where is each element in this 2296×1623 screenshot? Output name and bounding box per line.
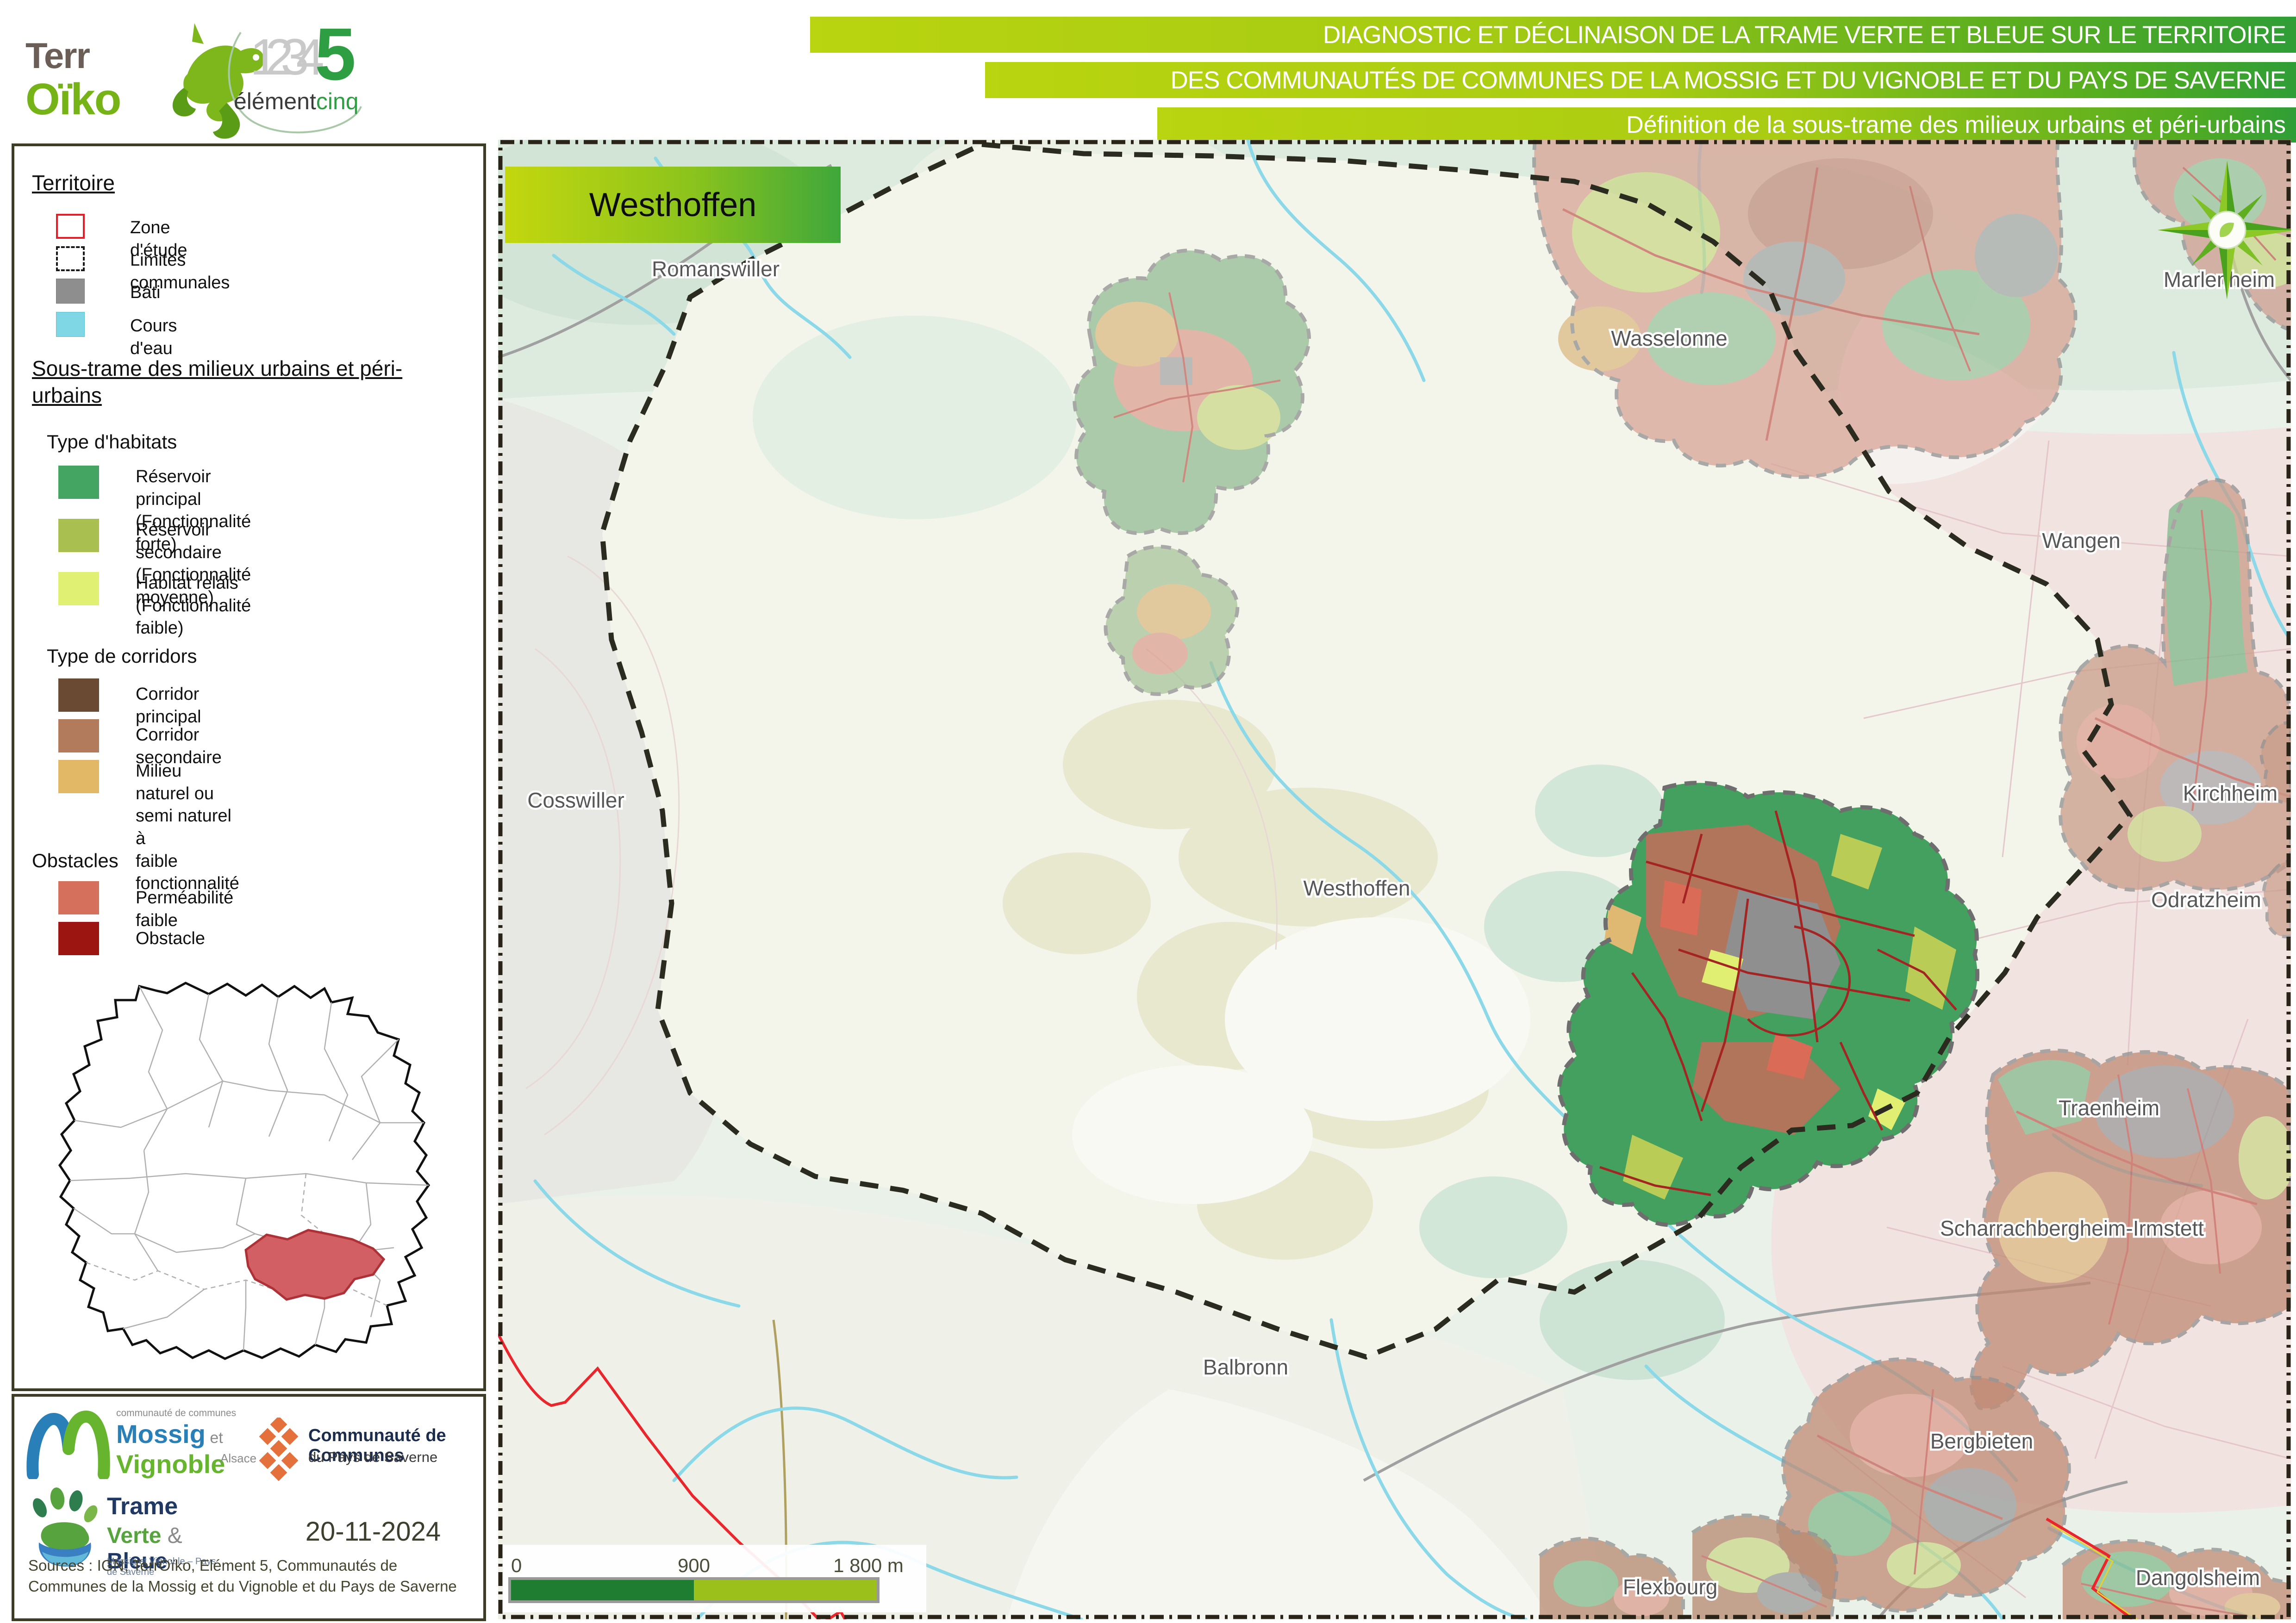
cours-eau-label: Cours d'eau [130, 315, 177, 360]
obstacle-swatch [58, 922, 99, 955]
legend-panel: Territoire Zone d'étude Limites communal… [12, 143, 486, 1391]
scale-end: 1 800 m [833, 1555, 904, 1576]
legend-obstacles-title: Obstacles [32, 850, 119, 872]
element5-wordmark: élémentcinq [234, 88, 359, 115]
tvb-line1: Trame [107, 1492, 178, 1520]
milieu-naturel-label: Milieu naturel ou semi naturel à faible … [136, 760, 239, 895]
title-banner-1: DIAGNOSTIC ET DÉCLINAISON DE LA TRAME VE… [810, 17, 2296, 53]
title-banner-3: Définition de la sous-trame des milieux … [1157, 107, 2296, 143]
map-title-box: Westhoffen [505, 167, 841, 243]
permeabilite-label: Perméabilité faible [136, 887, 233, 932]
element-cinq-logo: 1234 5 élémentcinq [222, 19, 389, 134]
limites-swatch [56, 246, 85, 271]
place-label: Dangolsheim [2136, 1566, 2260, 1590]
scale-start: 0 [511, 1555, 522, 1576]
place-label: Marlenheim [2164, 267, 2275, 292]
title-line-1: DIAGNOSTIC ET DÉCLINAISON DE LA TRAME VE… [1323, 21, 2286, 49]
corridor-principal-swatch [58, 678, 99, 712]
place-label: Wangen [2042, 529, 2121, 553]
partners-panel: communauté de communes Mossig et Vignobl… [12, 1394, 486, 1621]
main-map[interactable]: Romanswiller Wasselonne Marlenheim Wange… [498, 140, 2291, 1619]
habitat-relais-label: Habitat relais (Fonctionnalité faible) [136, 572, 251, 640]
obstacle-label: Obstacle [136, 927, 205, 950]
cours-eau-swatch [56, 312, 85, 337]
permeabilite-swatch [58, 881, 99, 914]
element5-five: 5 [315, 12, 356, 97]
scale-bar: 0 900 1 800 m [503, 1545, 926, 1612]
place-label: Balbronn [1203, 1355, 1288, 1379]
legend-habitats-title: Type d'habitats [47, 431, 177, 453]
corridor-secondaire-swatch [58, 719, 99, 752]
saverne-diamonds-icon [250, 1418, 306, 1487]
bati-label: Bâti [130, 281, 160, 304]
pays-de-saverne-logo: Communauté de Communes du Pays de Savern… [250, 1418, 480, 1487]
place-label: Bergbieten [1930, 1429, 2034, 1453]
sources-text: Sources : IGN, TerrOïko, Elément 5, Comm… [28, 1555, 463, 1597]
subtitle-line: Définition de la sous-trame des milieux … [1626, 111, 2286, 139]
title-banner-2: DES COMMUNAUTÉS DE COMMUNES DE LA MOSSIG… [985, 62, 2296, 98]
habitat-relais-swatch [58, 572, 99, 605]
legend-corridors-title: Type de corridors [47, 645, 197, 667]
place-label: Scharrachbergheim-Irmstett [1940, 1216, 2204, 1240]
element5-digits: 1234 [250, 28, 312, 87]
legend-soustrame-title: Sous-trame des milieux urbains et péri-u… [32, 355, 439, 409]
legend-territoire-title: Territoire [32, 170, 115, 195]
corridor-principal-label: Corridor principal [136, 683, 201, 728]
locator-inset-map [28, 975, 466, 1373]
saverne-line2: du Pays de Saverne [308, 1449, 437, 1466]
terroiko-logo-text2: Oïko [25, 74, 120, 125]
bati-swatch [56, 279, 85, 304]
map-date: 20-11-2024 [267, 1516, 480, 1547]
mossig-m-icon [26, 1405, 112, 1479]
scale-middle: 900 [678, 1555, 710, 1576]
place-label: Odratzheim [2151, 888, 2261, 912]
territory-outline [60, 983, 429, 1359]
reservoir-secondaire-swatch [58, 519, 99, 552]
place-label: Westhoffen [1303, 876, 1410, 900]
mossig-vignoble-logo: communauté de communes Mossig et Vignobl… [26, 1405, 243, 1481]
title-line-2: DES COMMUNAUTÉS DE COMMUNES DE LA MOSSIG… [1170, 66, 2286, 94]
place-label: Cosswiller [527, 788, 624, 812]
place-label: Traenheim [2059, 1096, 2159, 1120]
place-label: Romanswiller [652, 257, 780, 281]
map-canvas[interactable]: Romanswiller Wasselonne Marlenheim Wange… [498, 140, 2291, 1619]
place-label: Kirchheim [2183, 781, 2278, 805]
place-label: Flexbourg [1623, 1575, 1718, 1599]
mossig-small-text: communauté de communes [116, 1408, 236, 1419]
place-label: Wasselonne [1611, 326, 1727, 350]
milieu-naturel-swatch [58, 760, 99, 793]
mossig-name: Mossig et Vignoble [116, 1419, 243, 1479]
reservoir-principal-swatch [58, 466, 99, 499]
zone-etude-swatch [56, 214, 85, 239]
map-title-text: Westhoffen [589, 186, 757, 224]
terroiko-logo-text: Terr [25, 35, 89, 77]
